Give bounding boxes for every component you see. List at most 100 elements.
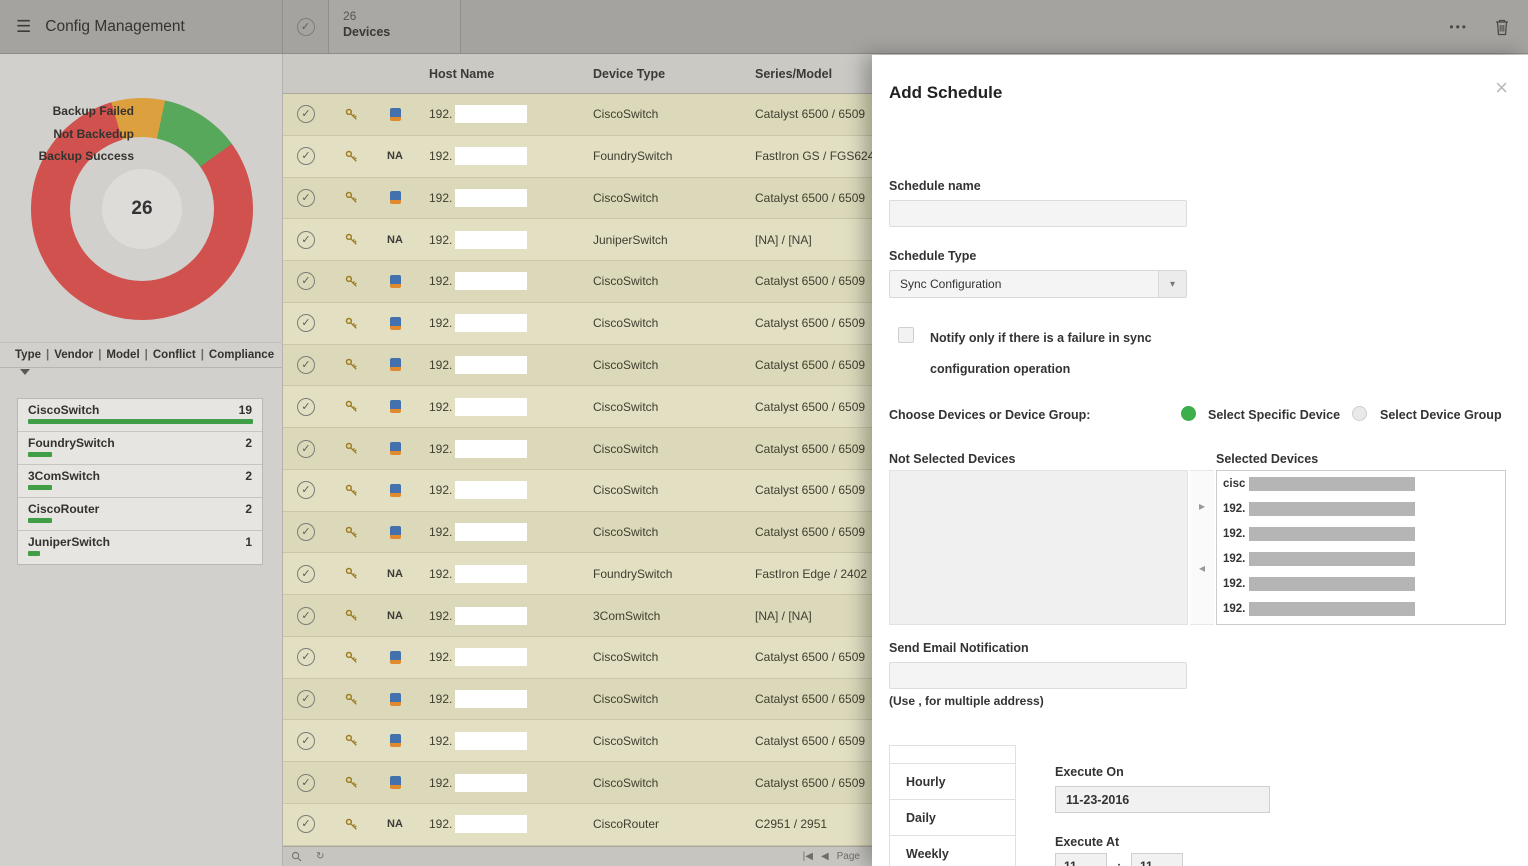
row-check-circle-icon[interactable]: ✓: [297, 231, 315, 249]
row-check-circle-icon[interactable]: ✓: [297, 105, 315, 123]
row-check-circle-icon[interactable]: ✓: [297, 523, 315, 541]
menu-icon[interactable]: ☰: [16, 17, 31, 37]
credential-key-icon[interactable]: [345, 275, 358, 288]
close-icon[interactable]: ×: [1495, 77, 1508, 99]
row-check-circle-icon[interactable]: ✓: [297, 774, 315, 792]
first-page-icon[interactable]: |◀: [803, 851, 813, 862]
credential-key-icon[interactable]: [345, 776, 358, 789]
table-row[interactable]: ✓NA192.JuniperSwitch[NA] / [NA]: [283, 219, 872, 261]
filter-tab-type[interactable]: Type: [10, 349, 46, 361]
more-options-icon[interactable]: •••: [1449, 20, 1468, 34]
table-row[interactable]: ✓192.CiscoSwitchCatalyst 6500 / 6509: [283, 512, 872, 554]
credential-key-icon[interactable]: [345, 526, 358, 539]
schedule-name-input[interactable]: [889, 200, 1187, 227]
select-all-button[interactable]: ✓: [283, 0, 329, 53]
trash-icon[interactable]: [1494, 18, 1510, 36]
row-check-circle-icon[interactable]: ✓: [297, 481, 315, 499]
not-selected-devices-list[interactable]: [889, 470, 1188, 625]
credential-key-icon[interactable]: [345, 818, 358, 831]
credential-key-icon[interactable]: [345, 150, 358, 163]
row-check-circle-icon[interactable]: ✓: [297, 607, 315, 625]
credential-key-icon[interactable]: [345, 693, 358, 706]
tab-devices[interactable]: 26 Devices: [329, 0, 461, 53]
row-check-circle-icon[interactable]: ✓: [297, 272, 315, 290]
selected-device-item[interactable]: 192.: [1217, 571, 1505, 596]
selected-device-item[interactable]: 192.: [1217, 596, 1505, 621]
row-check-circle-icon[interactable]: ✓: [297, 398, 315, 416]
device-type-row[interactable]: CiscoRouter2: [18, 498, 262, 531]
table-row[interactable]: ✓192.CiscoSwitchCatalyst 6500 / 6509: [283, 637, 872, 679]
credential-key-icon[interactable]: [345, 108, 358, 121]
credential-key-icon[interactable]: [345, 651, 358, 664]
move-left-icon[interactable]: ◂: [1199, 561, 1205, 575]
credential-key-icon[interactable]: [345, 442, 358, 455]
header-series-model[interactable]: Series/Model: [749, 67, 872, 81]
selected-device-item[interactable]: 192.: [1217, 496, 1505, 521]
header-host-name[interactable]: Host Name: [417, 67, 577, 81]
execute-on-date-input[interactable]: 11-23-2016: [1055, 786, 1270, 813]
row-check-circle-icon[interactable]: ✓: [297, 815, 315, 833]
row-check-circle-icon[interactable]: ✓: [297, 690, 315, 708]
radio-select-device-group[interactable]: [1352, 406, 1367, 421]
table-row[interactable]: ✓192.CiscoSwitchCatalyst 6500 / 6509: [283, 428, 872, 470]
table-row[interactable]: ✓192.CiscoSwitchCatalyst 6500 / 6509: [283, 386, 872, 428]
filter-tab-compliance[interactable]: Compliance: [204, 349, 279, 361]
table-row[interactable]: ✓192.CiscoSwitchCatalyst 6500 / 6509: [283, 720, 872, 762]
email-notification-input[interactable]: [889, 662, 1187, 689]
radio-select-specific-device[interactable]: [1181, 406, 1196, 421]
device-type-row[interactable]: FoundrySwitch2: [18, 432, 262, 465]
refresh-icon[interactable]: ↻: [316, 851, 324, 862]
table-row[interactable]: ✓192.CiscoSwitchCatalyst 6500 / 6509: [283, 178, 872, 220]
filter-tab-vendor[interactable]: Vendor: [49, 349, 98, 361]
credential-key-icon[interactable]: [345, 317, 358, 330]
notify-checkbox[interactable]: [898, 327, 914, 343]
selected-devices-list[interactable]: cisc192.192.192.192.192.: [1216, 470, 1506, 625]
device-type-row[interactable]: CiscoSwitch19: [18, 399, 262, 432]
selected-device-item[interactable]: 192.: [1217, 546, 1505, 571]
header-device-type[interactable]: Device Type: [577, 67, 749, 81]
table-row[interactable]: ✓192.CiscoSwitchCatalyst 6500 / 6509: [283, 303, 872, 345]
table-row[interactable]: ✓192.CiscoSwitchCatalyst 6500 / 6509: [283, 345, 872, 387]
credential-key-icon[interactable]: [345, 400, 358, 413]
search-icon[interactable]: [291, 851, 302, 862]
credential-key-icon[interactable]: [345, 567, 358, 580]
table-row[interactable]: ✓192.CiscoSwitchCatalyst 6500 / 6509: [283, 94, 872, 136]
frequency-tab-weekly[interactable]: Weekly: [889, 835, 1016, 866]
credential-key-icon[interactable]: [345, 734, 358, 747]
row-check-circle-icon[interactable]: ✓: [297, 732, 315, 750]
schedule-type-select[interactable]: Sync Configuration ▾: [889, 270, 1187, 298]
table-row[interactable]: ✓NA192.FoundrySwitchFastIron Edge / 2402: [283, 553, 872, 595]
table-row[interactable]: ✓NA192.CiscoRouterC2951 / 2951: [283, 804, 872, 846]
frequency-tab-hourly[interactable]: Hourly: [889, 763, 1016, 800]
execute-at-hour-select[interactable]: 11: [1055, 853, 1107, 866]
table-row[interactable]: ✓192.CiscoSwitchCatalyst 6500 / 6509: [283, 679, 872, 721]
table-row[interactable]: ✓192.CiscoSwitchCatalyst 6500 / 6509: [283, 261, 872, 303]
row-check-circle-icon[interactable]: ✓: [297, 648, 315, 666]
row-check-circle-icon[interactable]: ✓: [297, 565, 315, 583]
chevron-down-icon[interactable]: ▾: [1158, 271, 1186, 297]
row-check-circle-icon[interactable]: ✓: [297, 356, 315, 374]
filter-tab-conflict[interactable]: Conflict: [148, 349, 201, 361]
credential-key-icon[interactable]: [345, 233, 358, 246]
row-check-circle-icon[interactable]: ✓: [297, 189, 315, 207]
row-check-circle-icon[interactable]: ✓: [297, 147, 315, 165]
selected-device-item[interactable]: 192.: [1217, 521, 1505, 546]
table-row[interactable]: ✓NA192.FoundrySwitchFastIron GS / FGS624: [283, 136, 872, 178]
filter-tab-model[interactable]: Model: [101, 349, 144, 361]
table-row[interactable]: ✓NA192.3ComSwitch[NA] / [NA]: [283, 595, 872, 637]
prev-page-icon[interactable]: ◀: [821, 851, 829, 862]
selected-device-item[interactable]: cisc: [1217, 471, 1505, 496]
table-row[interactable]: ✓192.CiscoSwitchCatalyst 6500 / 6509: [283, 470, 872, 512]
row-check-circle-icon[interactable]: ✓: [297, 440, 315, 458]
execute-at-minute-select[interactable]: 11: [1131, 853, 1183, 866]
credential-key-icon[interactable]: [345, 484, 358, 497]
row-check-circle-icon[interactable]: ✓: [297, 314, 315, 332]
credential-key-icon[interactable]: [345, 358, 358, 371]
credential-key-icon[interactable]: [345, 609, 358, 622]
device-type-row[interactable]: JuniperSwitch1: [18, 531, 262, 564]
device-type-row[interactable]: 3ComSwitch2: [18, 465, 262, 498]
credential-key-icon[interactable]: [345, 191, 358, 204]
move-right-icon[interactable]: ▸: [1199, 499, 1205, 513]
table-row[interactable]: ✓192.CiscoSwitchCatalyst 6500 / 6509: [283, 762, 872, 804]
frequency-tab-daily[interactable]: Daily: [889, 799, 1016, 836]
